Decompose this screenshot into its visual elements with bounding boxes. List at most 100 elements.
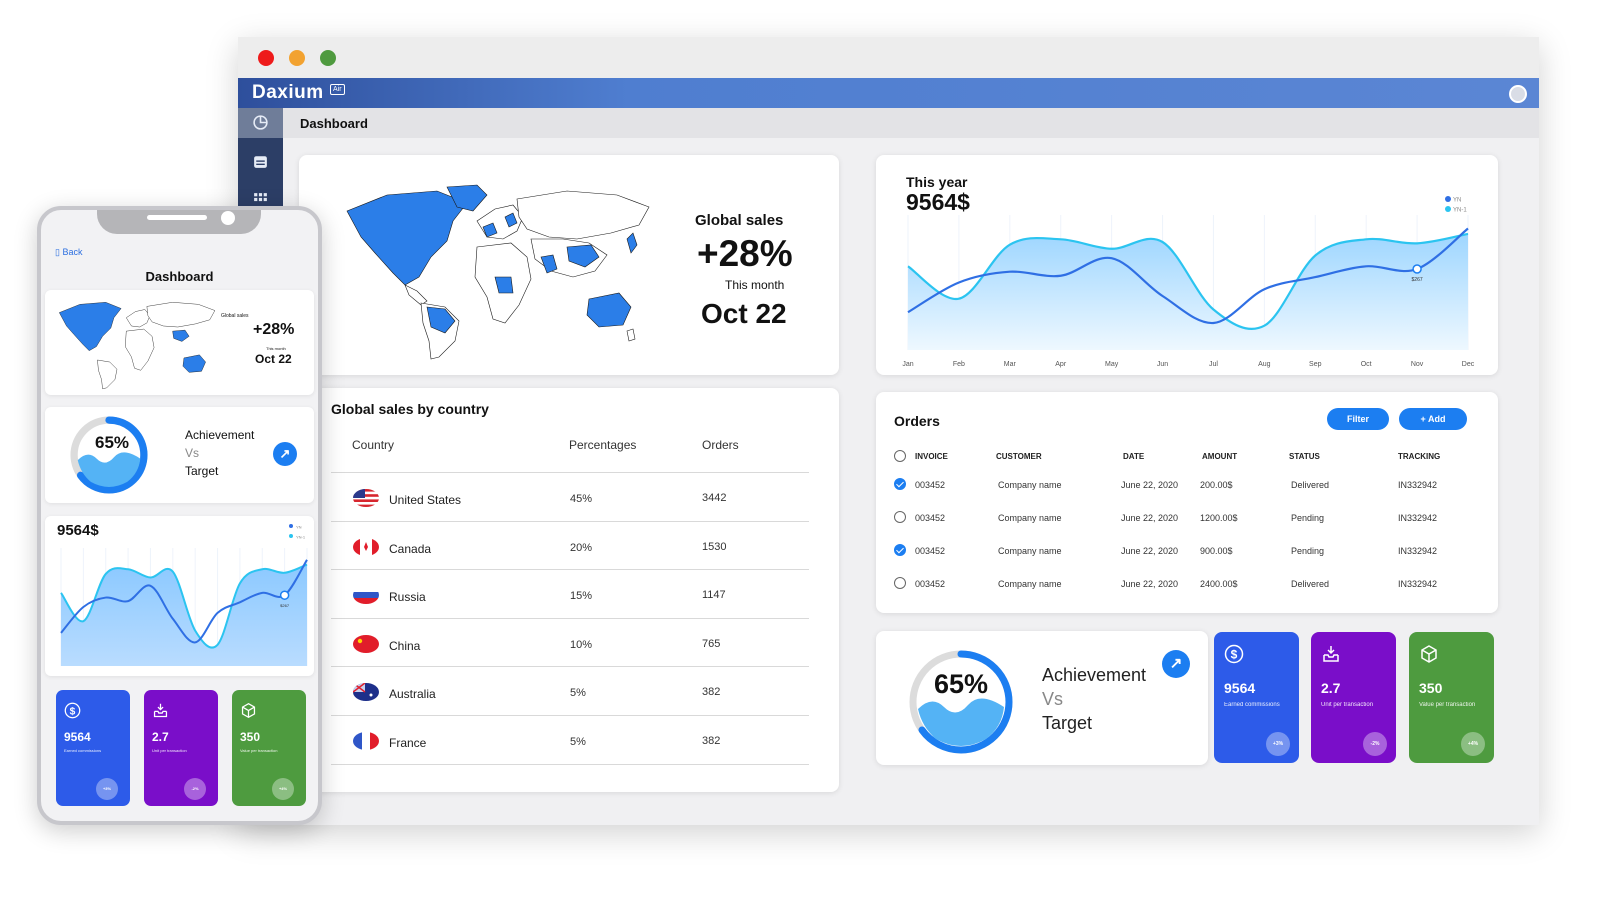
country-name: China: [389, 638, 421, 653]
svg-text:$: $: [70, 706, 76, 717]
order-date: June 22, 2020: [1121, 480, 1179, 490]
legend-label: YN: [296, 525, 302, 530]
x-tick-label: May: [1105, 361, 1119, 368]
table-row[interactable]: China 10% 765: [331, 617, 809, 666]
order-amount: 900.00$: [1200, 546, 1233, 556]
tile-change-badge: -2%: [184, 778, 206, 800]
add-order-button[interactable]: + Add: [1399, 408, 1467, 430]
achievement-gauge: [909, 650, 1013, 754]
country-name: Russia: [389, 590, 426, 604]
achievement-target-label: Target: [1042, 713, 1093, 733]
mobile-achievement-label: Achievement: [185, 428, 255, 442]
phone-notch: [97, 210, 261, 234]
ru-flag-icon: [353, 586, 379, 604]
row-select-checkbox[interactable]: [894, 544, 906, 556]
country-orders: 765: [702, 637, 721, 650]
order-status: Delivered: [1291, 579, 1330, 589]
orders-card: Orders Filter + Add INVOICE CUSTOMER DAT…: [876, 392, 1498, 613]
x-tick-label: Nov: [1411, 361, 1424, 368]
table-row[interactable]: 003452 Company name June 22, 2020 900.00$ Pe…: [894, 544, 1484, 579]
tile-change-badge: -2%: [1363, 732, 1387, 756]
desktop-content: Global sales +28% This month Oct 22 This…: [238, 37, 1539, 825]
mobile-page-title: Dashboard: [145, 269, 214, 284]
cubes-icon: [240, 702, 257, 719]
mobile-achievement-percent: 65%: [95, 433, 130, 452]
amount-column-header: AMOUNT: [1202, 452, 1238, 461]
back-link[interactable]: ▯ Back: [55, 247, 82, 258]
country-table-title: Global sales by country: [331, 401, 489, 417]
mobile-chart-card: 9564$ $267 YN YN-1: [45, 516, 314, 676]
date-column-header: DATE: [1123, 452, 1145, 461]
fr-flag-icon: [353, 731, 379, 750]
highlight-point[interactable]: [279, 590, 290, 600]
achievement-percent: 65%: [934, 669, 989, 699]
global-sales-period: This month: [725, 278, 785, 292]
table-row[interactable]: France 5% 382: [331, 714, 809, 763]
table-row[interactable]: Russia 15% 1147: [331, 569, 809, 617]
au-flag-icon: [353, 683, 379, 701]
country-orders: 3442: [702, 492, 727, 504]
stat-tile[interactable]: $9564 Earned commissions +3%: [1214, 632, 1299, 763]
table-row[interactable]: Australia 5% 382: [331, 666, 809, 714]
line-chart: $267 Jan Feb Mar Apr May Jun Jul Aug Sep Oct Nov Dec…: [902, 196, 1475, 368]
mobile-global-sales-date: Oct 22: [255, 352, 292, 366]
row-select-checkbox[interactable]: [894, 478, 906, 490]
country-percentage: 5%: [570, 735, 586, 748]
order-invoice: 003452: [915, 480, 946, 490]
table-row[interactable]: 003452 Company name June 22, 2020 2400.00$ D…: [894, 577, 1484, 612]
order-invoice: 003452: [915, 579, 946, 589]
order-status: Delivered: [1291, 480, 1330, 490]
stat-tile[interactable]: 2.7 Unit per transaction -2%: [144, 690, 218, 806]
country-orders: 382: [702, 734, 721, 747]
country-percentage: 10%: [570, 638, 593, 651]
stat-tile[interactable]: $9564 Earned commissions +3%: [56, 690, 130, 806]
stat-tile[interactable]: 2.7 Unit per transaction -2%: [1311, 632, 1396, 763]
country-percentage: 45%: [570, 493, 593, 505]
order-tracking: IN332942: [1398, 480, 1438, 490]
order-amount: 1200.00$: [1200, 513, 1238, 523]
achievement-label: Achievement: [1042, 665, 1147, 685]
row-select-checkbox[interactable]: [894, 511, 906, 523]
tile-value: 350: [1419, 680, 1443, 696]
tile-value: 2.7: [152, 730, 169, 744]
mobile-achievement-open-button[interactable]: ↗: [273, 442, 297, 466]
achievement-card: 65% Achievement Vs Target ↗: [876, 631, 1208, 765]
x-tick-label: Jun: [1157, 361, 1168, 368]
mobile-achievement-gauge: [70, 416, 148, 494]
country-name: Canada: [389, 541, 432, 556]
x-tick-label: Dec: [1462, 361, 1475, 368]
tile-change-badge: +3%: [1266, 732, 1290, 756]
tile-value: 2.7: [1321, 680, 1341, 696]
order-customer: Company name: [998, 513, 1062, 523]
mobile-achievement-vs: Vs: [185, 446, 200, 460]
table-row[interactable]: Canada 20% 1530: [331, 520, 809, 569]
tile-change-badge: +4%: [1461, 732, 1485, 756]
x-tick-label: Feb: [953, 361, 965, 368]
x-tick-label: Aug: [1258, 361, 1271, 368]
highlight-point[interactable]: [1412, 264, 1422, 274]
highlight-point-label: $267: [1412, 277, 1423, 283]
ca-flag-icon: [353, 537, 379, 556]
stat-tile[interactable]: 350 Value per transaction +4%: [232, 690, 306, 806]
inbox-download-icon: [1321, 644, 1341, 664]
world-map: [346, 184, 650, 360]
country-name: Australia: [389, 687, 436, 701]
order-status: Pending: [1291, 546, 1325, 556]
select-all-checkbox[interactable]: [894, 450, 906, 462]
achievement-vs-label: Vs: [1042, 689, 1064, 709]
achievement-open-button[interactable]: ↗: [1162, 650, 1190, 678]
tile-label: Earned commissions: [64, 748, 102, 753]
filter-button[interactable]: Filter: [1327, 408, 1389, 430]
table-row[interactable]: United States 45% 3442: [331, 472, 809, 520]
tile-value: 350: [240, 730, 261, 744]
table-row[interactable]: 003452 Company name June 22, 2020 1200.00$ P…: [894, 511, 1484, 546]
country-name: France: [389, 735, 427, 750]
row-select-checkbox[interactable]: [894, 577, 906, 589]
table-row[interactable]: 003452 Company name June 22, 2020 200.00$ De…: [894, 478, 1484, 513]
order-tracking: IN332942: [1398, 579, 1438, 589]
table-divider: [331, 764, 809, 765]
country-orders: 382: [702, 686, 721, 698]
stat-tile[interactable]: 350 Value per transaction +4%: [1409, 632, 1494, 763]
order-invoice: 003452: [915, 546, 946, 556]
x-tick-label: Jul: [1209, 361, 1218, 368]
